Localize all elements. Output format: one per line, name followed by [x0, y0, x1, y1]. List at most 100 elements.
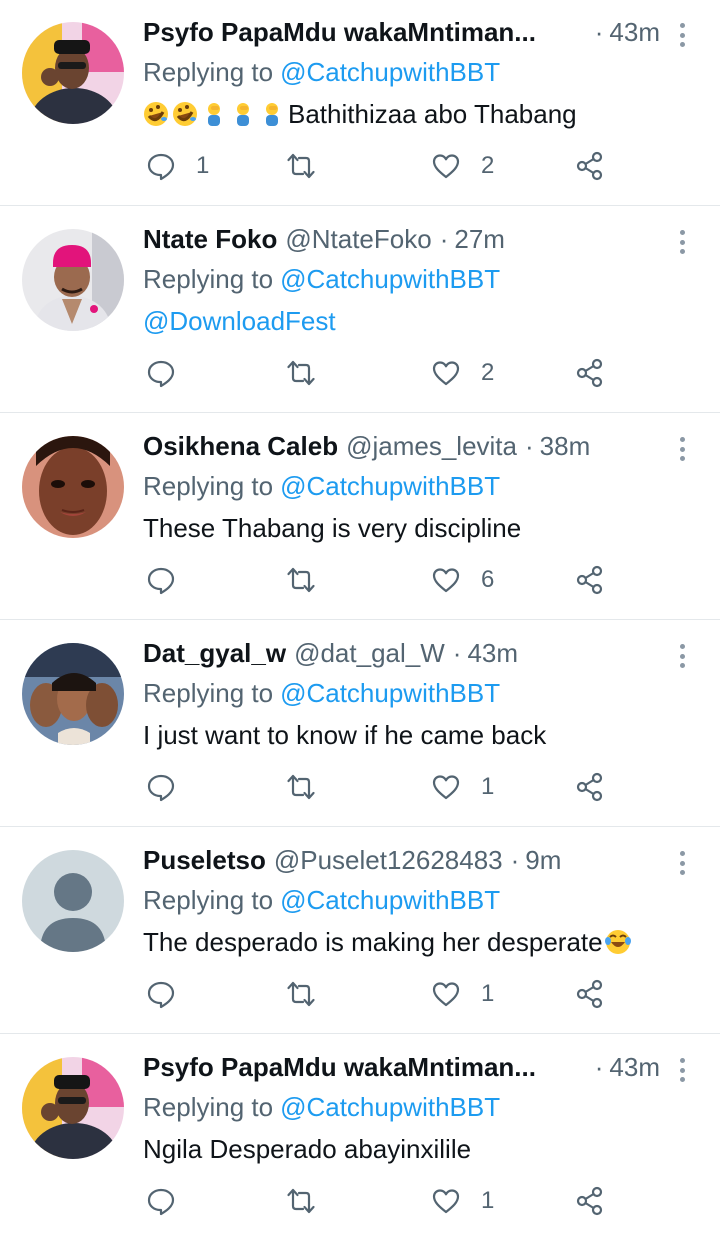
- replying-to-label: Replying to: [143, 263, 274, 294]
- tweet-text-content: The desperado is making her desperate: [143, 926, 603, 957]
- tweet-text: I just want to know if he came back: [143, 713, 660, 757]
- reply-tweet[interactable]: Ntate Foko @NtateFoko · 27m Replying to …: [0, 207, 720, 413]
- share-icon: [576, 979, 603, 1009]
- retweet-button[interactable]: [286, 353, 316, 393]
- separator-dot: ·: [439, 223, 449, 254]
- reply-button[interactable]: [146, 767, 196, 807]
- separator-dot: ·: [524, 430, 534, 461]
- reply-button[interactable]: [146, 1181, 196, 1221]
- avatar[interactable]: [22, 436, 124, 538]
- reply-icon: [147, 774, 175, 802]
- reply-button[interactable]: [146, 353, 196, 393]
- tweet-header: Dat_gyal_w @dat_gal_W · 43m: [143, 633, 660, 673]
- separator-dot: ·: [452, 637, 462, 668]
- display-name[interactable]: Ntate Foko: [143, 224, 277, 255]
- more-options-icon[interactable]: [674, 641, 690, 671]
- more-options-icon[interactable]: [674, 227, 690, 257]
- replying-to-link[interactable]: @CatchupwithBBT: [280, 678, 500, 709]
- retweet-button[interactable]: [286, 146, 316, 186]
- replying-to-link[interactable]: @CatchupwithBBT: [280, 1092, 500, 1123]
- like-button[interactable]: 1: [431, 1181, 494, 1221]
- share-button[interactable]: [575, 767, 605, 807]
- like-button[interactable]: 1: [431, 767, 494, 807]
- more-options-icon[interactable]: [674, 1055, 690, 1085]
- display-name[interactable]: Psyfo PapaMdu wakaMntiman...: [143, 17, 536, 48]
- timestamp[interactable]: 43m: [609, 1052, 660, 1083]
- more-options-icon[interactable]: [674, 434, 690, 464]
- replying-to-link[interactable]: @CatchupwithBBT: [280, 264, 500, 295]
- tweet-body: Osikhena Caleb @james_levita · 38m Reply…: [143, 426, 660, 550]
- replying-to-line: Replying to @CatchupwithBBT: [143, 466, 660, 506]
- reply-button[interactable]: [146, 974, 196, 1014]
- reply-button[interactable]: [146, 560, 196, 600]
- replying-to-label: Replying to: [143, 1091, 274, 1122]
- timestamp[interactable]: 9m: [525, 845, 561, 876]
- reply-tweet[interactable]: Osikhena Caleb @james_levita · 38m Reply…: [0, 414, 720, 620]
- retweet-button[interactable]: [286, 767, 316, 807]
- replying-to-link[interactable]: @CatchupwithBBT: [280, 57, 500, 88]
- user-handle[interactable]: @dat_gal_W: [294, 638, 445, 669]
- like-count: 2: [481, 359, 495, 386]
- share-button[interactable]: [575, 353, 605, 393]
- timestamp[interactable]: 43m: [467, 638, 518, 669]
- reply-icon: [147, 981, 175, 1009]
- tweet-text: The desperado is making her desperate: [143, 920, 660, 964]
- avatar[interactable]: [22, 1057, 124, 1159]
- tweet-header: Puseletso @Puselet12628483 · 9m: [143, 840, 660, 880]
- reply-tweet[interactable]: Psyfo PapaMdu wakaMntiman... · 43m Reply…: [0, 1035, 720, 1238]
- like-count: 6: [481, 566, 495, 593]
- avatar[interactable]: [22, 229, 124, 331]
- display-name[interactable]: Psyfo PapaMdu wakaMntiman...: [143, 1052, 536, 1083]
- rolling-laughing-emoji: [173, 102, 197, 126]
- user-handle[interactable]: @james_levita: [346, 431, 517, 462]
- share-button[interactable]: [575, 560, 605, 600]
- heart-icon: [432, 154, 460, 179]
- reply-tweet[interactable]: Puseletso @Puselet12628483 · 9m Replying…: [0, 828, 720, 1034]
- like-count: 2: [481, 152, 495, 179]
- replying-to-line: Replying to @CatchupwithBBT: [143, 259, 660, 299]
- share-button[interactable]: [575, 1181, 605, 1221]
- retweet-button[interactable]: [286, 1181, 316, 1221]
- heart-icon: [432, 1189, 460, 1214]
- reply-button[interactable]: 1: [146, 146, 209, 186]
- avatar[interactable]: [22, 22, 124, 124]
- rolling-laughing-emoji: [144, 102, 168, 126]
- replying-to-label: Replying to: [143, 884, 274, 915]
- replying-to-label: Replying to: [143, 677, 274, 708]
- share-button[interactable]: [575, 974, 605, 1014]
- action-bar: 6: [143, 560, 613, 600]
- reply-icon: [147, 360, 175, 388]
- tweet-text-content: Bathithizaa abo Thabang: [288, 98, 577, 129]
- replying-to-line: Replying to @CatchupwithBBT: [143, 1087, 660, 1127]
- like-button[interactable]: 6: [431, 560, 494, 600]
- timestamp[interactable]: 27m: [454, 224, 505, 255]
- like-button[interactable]: 2: [431, 353, 494, 393]
- reply-tweet[interactable]: Dat_gyal_w @dat_gal_W · 43m Replying to …: [0, 621, 720, 827]
- tweet-text: Ngila Desperado abayinxilile: [143, 1127, 660, 1171]
- replying-to-line: Replying to @CatchupwithBBT: [143, 673, 660, 713]
- retweet-button[interactable]: [286, 560, 316, 600]
- user-handle[interactable]: @NtateFoko: [285, 224, 431, 255]
- timestamp[interactable]: 38m: [540, 431, 591, 462]
- mention-link[interactable]: @DownloadFest: [143, 306, 336, 337]
- timestamp[interactable]: 43m: [609, 17, 660, 48]
- avatar[interactable]: [22, 643, 124, 745]
- share-icon: [576, 1186, 603, 1216]
- share-icon: [576, 151, 603, 181]
- avatar[interactable]: [22, 850, 124, 952]
- action-bar: 1: [143, 974, 613, 1014]
- tweet-header: Osikhena Caleb @james_levita · 38m: [143, 426, 660, 466]
- retweet-button[interactable]: [286, 974, 316, 1014]
- replying-to-link[interactable]: @CatchupwithBBT: [280, 885, 500, 916]
- user-handle[interactable]: @Puselet12628483: [274, 845, 503, 876]
- like-button[interactable]: 2: [431, 146, 494, 186]
- reply-tweet[interactable]: Psyfo PapaMdu wakaMntiman... · 43m Reply…: [0, 0, 720, 206]
- share-button[interactable]: [575, 146, 605, 186]
- display-name[interactable]: Osikhena Caleb: [143, 431, 338, 462]
- display-name[interactable]: Dat_gyal_w: [143, 638, 286, 669]
- like-button[interactable]: 1: [431, 974, 494, 1014]
- more-options-icon[interactable]: [674, 848, 690, 878]
- more-options-icon[interactable]: [674, 20, 690, 50]
- display-name[interactable]: Puseletso: [143, 845, 266, 876]
- replying-to-link[interactable]: @CatchupwithBBT: [280, 471, 500, 502]
